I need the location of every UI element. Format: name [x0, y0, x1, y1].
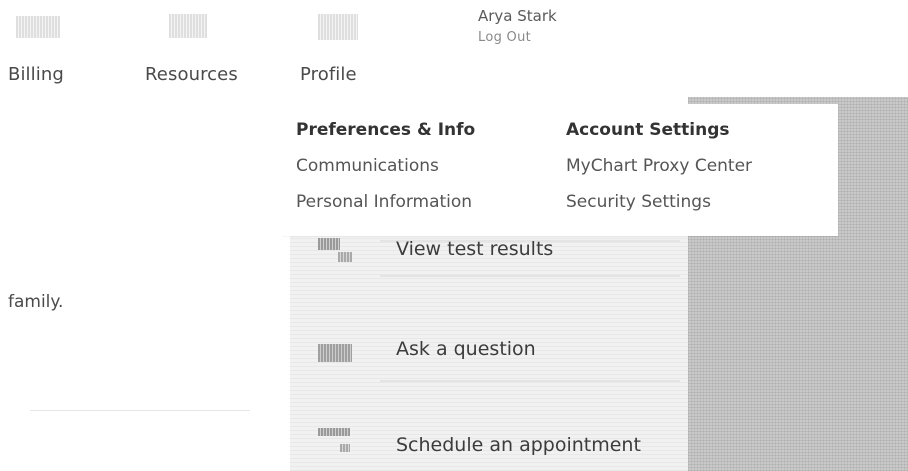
quick-action-schedule[interactable]: Schedule an appointment [318, 428, 698, 464]
personal-information-link[interactable]: Personal Information [296, 192, 472, 212]
preferences-heading: Preferences & Info [296, 120, 476, 140]
nav-item-profile[interactable]: Profile [300, 6, 390, 96]
calendar-icon [318, 428, 354, 454]
message-icon [318, 340, 354, 366]
nav-label-billing: Billing [8, 64, 64, 85]
test-results-icon [318, 238, 354, 264]
quick-action-test-results[interactable]: View test results [318, 234, 618, 270]
top-nav: Billing Resources Profile Arya Stark Log… [0, 0, 908, 100]
profile-icon [318, 14, 358, 40]
quick-action-label: Schedule an appointment [396, 434, 641, 456]
background-divider [380, 275, 680, 277]
quick-action-ask-question[interactable]: Ask a question [318, 334, 618, 370]
logout-link[interactable]: Log Out [478, 30, 531, 45]
nav-label-profile: Profile [300, 64, 357, 85]
quick-action-label: View test results [396, 238, 554, 260]
nav-item-billing[interactable]: Billing [8, 6, 98, 96]
communications-link[interactable]: Communications [296, 156, 439, 176]
resources-icon [169, 14, 207, 38]
proxy-center-link[interactable]: MyChart Proxy Center [566, 156, 752, 176]
billing-icon [16, 16, 60, 38]
divider [30, 410, 250, 411]
security-settings-link[interactable]: Security Settings [566, 192, 711, 212]
account-settings-heading: Account Settings [566, 120, 730, 140]
nav-label-resources: Resources [145, 64, 238, 85]
nav-item-resources[interactable]: Resources [145, 6, 255, 96]
body-text-fragment: family. [8, 292, 64, 312]
profile-dropdown-menu: Preferences & Info Communications Person… [282, 104, 838, 236]
background-divider [380, 380, 680, 382]
quick-action-label: Ask a question [396, 338, 536, 360]
user-name: Arya Stark [478, 7, 557, 25]
